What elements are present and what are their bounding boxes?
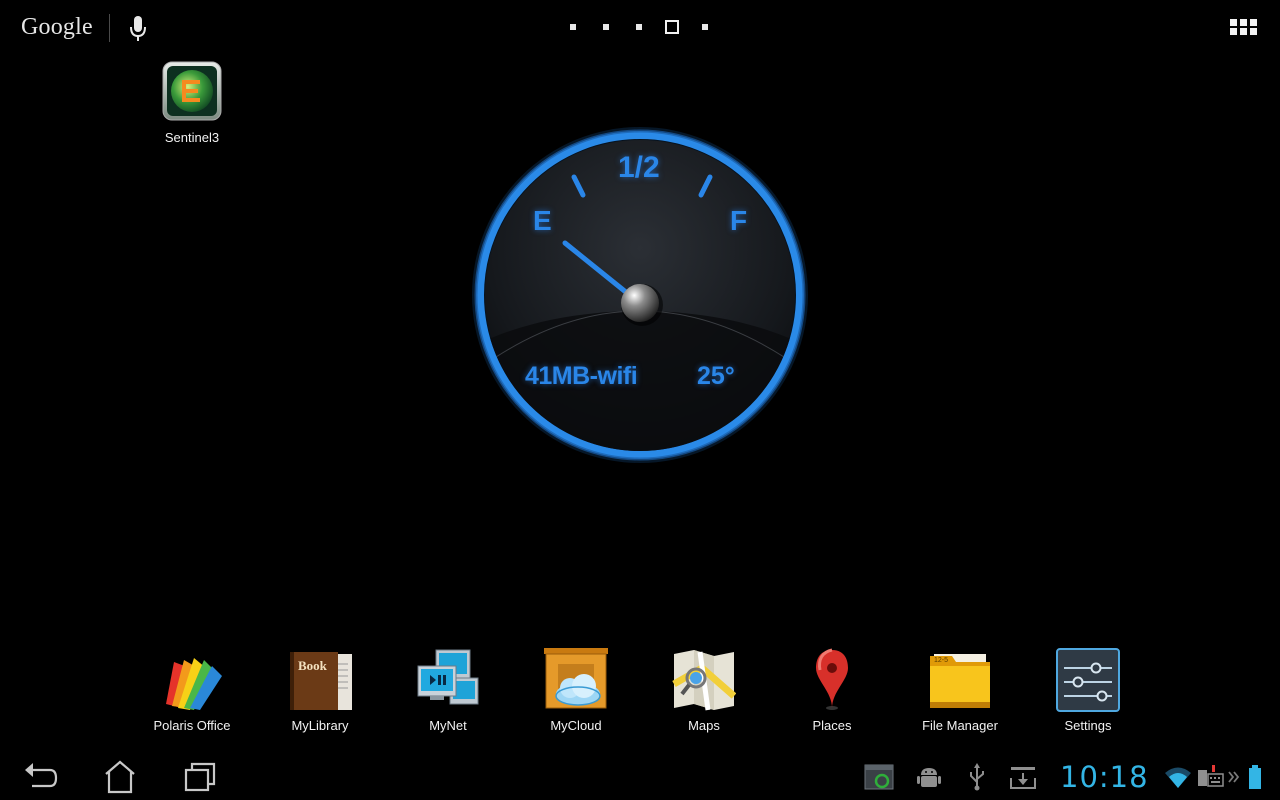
back-icon — [25, 763, 58, 788]
page-dot-current[interactable] — [665, 20, 679, 34]
dock-label: MyCloud — [550, 718, 602, 733]
gauge-full-label: F — [730, 205, 748, 236]
polaris-office-icon — [160, 648, 224, 712]
download-icon — [1010, 767, 1036, 789]
status-clock[interactable]: 10:18 — [1060, 760, 1149, 794]
dock-label: File Manager — [922, 718, 998, 733]
download-notification[interactable] — [1008, 762, 1038, 792]
shortcut-label: Sentinel3 — [164, 130, 220, 145]
double-chevron-icon — [1228, 771, 1240, 783]
gauge-temperature: 25° — [697, 362, 735, 390]
dock-label: MyLibrary — [291, 718, 349, 733]
gauge-empty-label: E — [533, 205, 552, 236]
screenshot-app-notification[interactable] — [864, 762, 894, 792]
dock-item-mylibrary[interactable]: Book MyLibrary — [260, 640, 380, 740]
page-dot-2[interactable] — [603, 24, 609, 30]
page-dot-5[interactable] — [702, 24, 708, 30]
data-usage-gauge-widget[interactable]: E 1/2 F 41MB-wifi 25° — [468, 125, 812, 465]
system-bar: 10:18 — [0, 752, 1280, 800]
android-debug-icon — [917, 768, 941, 787]
mylibrary-book-icon: Book — [288, 648, 352, 712]
places-pin-icon — [800, 648, 864, 712]
battery-icon — [1249, 765, 1261, 789]
keyboard-icon — [1198, 765, 1224, 787]
dock-item-settings[interactable]: Settings — [1028, 640, 1148, 740]
usb-icon — [970, 763, 984, 791]
dock-item-mycloud[interactable]: MyCloud — [516, 640, 636, 740]
all-apps-button[interactable] — [1227, 16, 1261, 42]
home-page-indicator — [565, 20, 717, 36]
dock-label: Settings — [1064, 718, 1112, 733]
usb-notification[interactable] — [962, 762, 992, 792]
home-icon — [105, 760, 135, 794]
dock-label: Polaris Office — [153, 718, 231, 733]
keyboard-status[interactable] — [1196, 764, 1224, 790]
dock-label: Places — [812, 718, 852, 733]
dock-label: Maps — [688, 718, 720, 733]
top-bar: Google — [0, 0, 1280, 56]
app-dock: Polaris Office Book MyLibrary MyNet MyCl… — [0, 640, 1280, 740]
file-manager-folder-icon: 12-5 — [928, 648, 992, 712]
settings-sliders-icon — [1056, 648, 1120, 712]
gauge-network-usage: 41MB-wifi — [525, 362, 638, 390]
recent-apps-icon — [184, 762, 216, 792]
page-dot-3[interactable] — [636, 24, 642, 30]
dock-item-mynet[interactable]: MyNet — [388, 640, 508, 740]
dock-item-maps[interactable]: Maps — [644, 640, 764, 740]
dock-label: MyNet — [429, 718, 467, 733]
screenshot-app-icon — [864, 764, 894, 790]
mynet-monitors-icon — [416, 648, 480, 712]
maps-icon — [672, 648, 737, 712]
sentinel3-app-icon — [162, 61, 222, 121]
back-button[interactable] — [16, 758, 64, 794]
wifi-icon — [1165, 767, 1191, 788]
google-search-logo[interactable]: Google — [21, 14, 93, 41]
shortcut-sentinel3[interactable]: Sentinel3 — [152, 58, 232, 150]
home-button[interactable] — [96, 758, 144, 794]
recent-apps-button[interactable] — [176, 758, 224, 794]
dock-item-polaris-office[interactable]: Polaris Office — [132, 640, 252, 740]
voice-search-button[interactable] — [124, 12, 152, 44]
dock-item-file-manager[interactable]: 12-5 File Manager — [900, 640, 1020, 740]
microphone-icon — [130, 16, 146, 41]
apps-grid-icon — [1227, 16, 1261, 42]
battery-status[interactable] — [1246, 764, 1264, 790]
gauge-half-label: 1/2 — [618, 151, 660, 184]
dock-item-places[interactable]: Places — [772, 640, 892, 740]
book-icon-text: Book — [298, 658, 328, 673]
more-status-arrows — [1228, 764, 1240, 790]
mycloud-icon — [544, 648, 608, 712]
folder-icon-text: 12-5 — [934, 657, 948, 664]
page-dot-1[interactable] — [570, 24, 576, 30]
android-debug-notification[interactable] — [914, 762, 944, 792]
wifi-status[interactable] — [1164, 764, 1192, 790]
search-divider — [109, 14, 110, 42]
